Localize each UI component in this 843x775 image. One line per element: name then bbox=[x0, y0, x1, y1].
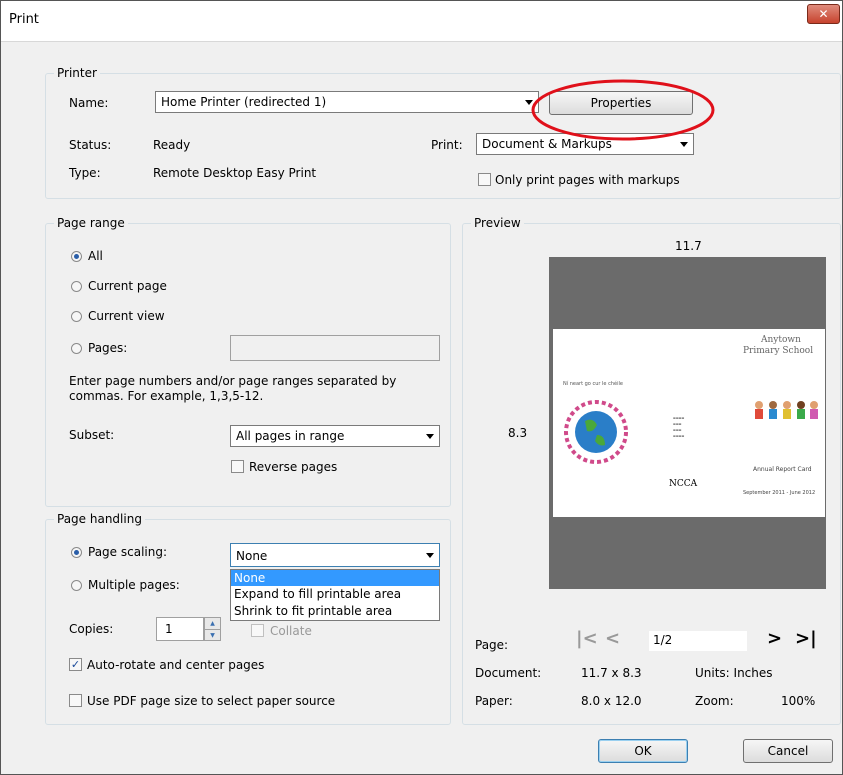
document-label: Document: bbox=[475, 666, 542, 680]
page-scaling-dropdown: None Expand to fill printable area Shrin… bbox=[230, 569, 440, 621]
subset-label: Subset: bbox=[69, 428, 115, 442]
window-title: Print bbox=[9, 12, 39, 27]
radio-pages[interactable] bbox=[71, 343, 82, 354]
annotation-ellipse bbox=[531, 79, 715, 141]
collate-label: Collate bbox=[270, 624, 312, 638]
thumb-address: ▬▬▬▬ ▬▬▬ ▬▬▬ ▬▬▬▬ bbox=[673, 416, 685, 438]
radio-current-page-label: Current page bbox=[88, 279, 167, 293]
radio-page-scaling-label: Page scaling: bbox=[88, 545, 168, 559]
preview-page: Ní neart go cur le chéile ▬▬▬▬ ▬▬▬ ▬▬▬ ▬▬▬▬… bbox=[553, 329, 825, 517]
scaling-option-shrink[interactable]: Shrink to fit printable area bbox=[231, 603, 439, 620]
thumb-ncca-logo: NCCA bbox=[669, 479, 698, 489]
copies-input[interactable]: 1 bbox=[156, 617, 204, 641]
type-label: Type: bbox=[69, 166, 101, 180]
page-number-value: 1/2 bbox=[653, 633, 673, 647]
cancel-button[interactable]: Cancel bbox=[743, 739, 833, 763]
reverse-pages-label: Reverse pages bbox=[249, 460, 338, 474]
status-label: Status: bbox=[69, 138, 112, 152]
printer-name-select[interactable]: Home Printer (redirected 1) bbox=[155, 91, 539, 113]
pdf-size-label: Use PDF page size to select paper source bbox=[87, 694, 336, 708]
only-markups-checkbox[interactable] bbox=[478, 173, 491, 186]
chevron-down-icon bbox=[426, 553, 434, 558]
radio-all-label: All bbox=[88, 249, 103, 263]
printer-name-label: Name: bbox=[69, 96, 109, 110]
thumb-dates: September 2011 - June 2012 bbox=[743, 490, 816, 496]
radio-current-view[interactable] bbox=[71, 311, 82, 322]
first-page-icon[interactable]: |< bbox=[576, 628, 598, 649]
scaling-option-expand[interactable]: Expand to fill printable area bbox=[231, 586, 439, 603]
zoom-value: 100% bbox=[781, 694, 816, 708]
thumb-report-title: Annual Report Card bbox=[753, 466, 812, 473]
printer-group-label: Printer bbox=[54, 66, 100, 80]
only-markups-label: Only print pages with markups bbox=[495, 173, 680, 187]
reverse-pages-checkbox[interactable] bbox=[231, 460, 244, 473]
scaling-option-none[interactable]: None bbox=[231, 570, 439, 586]
radio-multiple-pages[interactable] bbox=[71, 580, 82, 591]
next-page-icon[interactable]: > bbox=[767, 628, 782, 649]
prev-page-icon[interactable]: < bbox=[605, 628, 620, 649]
page-range-help-text: Enter page numbers and/or page ranges se… bbox=[69, 374, 397, 403]
close-icon[interactable]: ✕ bbox=[807, 4, 840, 24]
radio-page-scaling[interactable] bbox=[71, 547, 82, 558]
title-bar: Print ✕ bbox=[1, 1, 842, 42]
preview-height-label: 8.3 bbox=[508, 426, 528, 440]
page-range-group: Page range bbox=[45, 216, 451, 507]
thumb-motto: Ní neart go cur le chéile bbox=[563, 381, 623, 387]
document-value: 11.7 x 8.3 bbox=[581, 666, 642, 680]
chevron-down-icon bbox=[426, 434, 434, 439]
collate-checkbox[interactable] bbox=[251, 624, 264, 637]
paper-value: 8.0 x 12.0 bbox=[581, 694, 642, 708]
auto-rotate-label: Auto-rotate and center pages bbox=[87, 658, 265, 672]
thumb-school-line1: Anytown bbox=[761, 335, 801, 345]
stepper-up-icon[interactable]: ▲ bbox=[205, 618, 220, 630]
paper-label: Paper: bbox=[475, 694, 513, 708]
radio-pages-label: Pages: bbox=[88, 341, 128, 355]
page-scaling-value: None bbox=[236, 549, 268, 563]
page-label: Page: bbox=[475, 638, 509, 652]
stepper-down-icon[interactable]: ▼ bbox=[205, 630, 220, 641]
type-value: Remote Desktop Easy Print bbox=[153, 166, 317, 180]
children-icon bbox=[755, 401, 818, 419]
radio-multiple-pages-label: Multiple pages: bbox=[88, 578, 180, 592]
subset-select[interactable]: All pages in range bbox=[230, 425, 440, 447]
thumb-school-line2: Primary School bbox=[743, 346, 814, 356]
subset-value: All pages in range bbox=[236, 429, 345, 443]
copies-stepper[interactable]: ▲ ▼ bbox=[204, 617, 221, 641]
copies-label: Copies: bbox=[69, 622, 114, 636]
status-value: Ready bbox=[153, 138, 191, 152]
ok-button[interactable]: OK bbox=[598, 739, 688, 763]
print-dialog: Print ✕ Printer Name: Home Printer (redi… bbox=[0, 0, 843, 775]
globe-icon bbox=[564, 400, 628, 464]
radio-all[interactable] bbox=[71, 251, 82, 262]
pdf-size-checkbox[interactable] bbox=[69, 694, 82, 707]
radio-current-page[interactable] bbox=[71, 281, 82, 292]
page-handling-group-label: Page handling bbox=[54, 512, 145, 526]
zoom-label: Zoom: bbox=[695, 694, 734, 708]
auto-rotate-checkbox[interactable]: ✓ bbox=[69, 658, 82, 671]
copies-value: 1 bbox=[165, 622, 173, 636]
units-label: Units: Inches bbox=[695, 666, 773, 680]
last-page-icon[interactable]: >| bbox=[795, 628, 817, 649]
page-range-group-label: Page range bbox=[54, 216, 128, 230]
page-number-input[interactable]: 1/2 bbox=[649, 631, 747, 651]
page-scaling-select[interactable]: None bbox=[230, 543, 440, 567]
radio-current-view-label: Current view bbox=[88, 309, 165, 323]
printer-name-value: Home Printer (redirected 1) bbox=[161, 95, 327, 109]
print-label: Print: bbox=[431, 138, 463, 152]
preview-group-label: Preview bbox=[471, 216, 524, 230]
preview-width-label: 11.7 bbox=[675, 239, 702, 253]
pages-input[interactable] bbox=[230, 335, 440, 361]
